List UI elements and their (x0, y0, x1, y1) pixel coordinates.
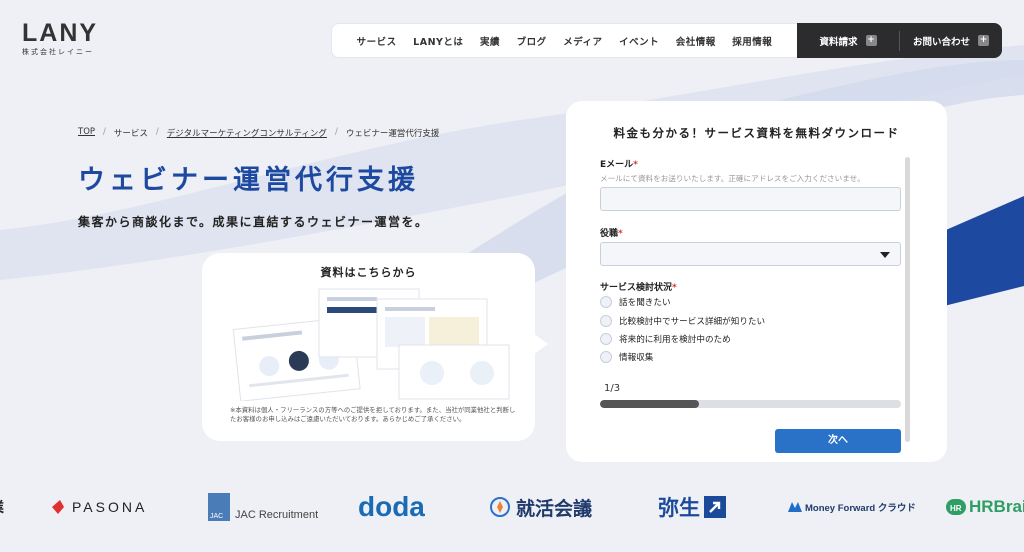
nav-item-blog[interactable]: ブログ (517, 34, 547, 48)
jac-mark-icon: JAC (208, 493, 230, 521)
contact-button[interactable]: お問い合わせ + (900, 23, 1002, 58)
pasona-mark-icon (52, 500, 64, 514)
main-nav: サービス LANYとは 実績 ブログ メディア イベント 会社情報 採用情報 (331, 23, 797, 58)
progress-bar (600, 400, 901, 408)
nav-item-cases[interactable]: 実績 (480, 34, 500, 48)
partial-logo-left: 業 (0, 482, 4, 532)
logo-wordmark: LANY (22, 19, 99, 47)
header-cta-group: 資料請求 + お問い合わせ + (797, 23, 1002, 58)
required-mark: * (633, 160, 638, 170)
form-scrollbar[interactable] (905, 157, 910, 442)
role-label: 役職* (600, 229, 623, 239)
lany-logo[interactable]: LANY 株式会社レイニー (22, 20, 98, 57)
breadcrumb-digital-marketing[interactable]: デジタルマーケティングコンサルティング (167, 127, 327, 139)
radio-button[interactable] (600, 296, 612, 308)
contact-label: お問い合わせ (912, 36, 970, 48)
plus-icon: + (865, 35, 877, 46)
status-option[interactable]: 話を聞きたい (600, 296, 671, 308)
svg-text:HR: HR (950, 504, 962, 513)
nav-item-recruit[interactable]: 採用情報 (732, 34, 772, 48)
page-title: ウェビナー運営代行支援 (78, 165, 419, 196)
radio-button[interactable] (600, 315, 612, 327)
hr-badge-icon: HR (946, 499, 966, 515)
document-request-button[interactable]: 資料請求 + (797, 23, 899, 58)
money-forward-logo: Money Forward クラウド (788, 482, 916, 532)
client-logo-strip: 業 PASONA JAC JAC Recruitment doda 就活会議 弥… (0, 482, 1024, 532)
callout-pointer (534, 334, 548, 354)
document-request-label: 資料請求 (819, 36, 858, 48)
status-label: サービス検討状況* (600, 283, 677, 293)
document-card-title: 資料はこちらから (320, 266, 417, 279)
svg-text:JAC: JAC (210, 513, 223, 520)
shukatsu-kaigi-logo: 就活会議 (490, 482, 592, 532)
arrow-up-right-icon (704, 496, 726, 518)
nav-item-services[interactable]: サービス (357, 34, 397, 48)
breadcrumb-separator: / (155, 127, 159, 137)
status-option[interactable]: 比較検討中でサービス詳細が知りたい (600, 315, 765, 327)
breadcrumb-separator: / (334, 127, 338, 137)
document-card[interactable]: 資料はこちらから ※本資料は個人・フリーランスの方等へのご提供を拒しております。… (202, 253, 535, 441)
form-title: 料金も分かる！サービス資料を無料ダウンロード (613, 126, 900, 140)
breadcrumb-services[interactable]: サービス (114, 127, 148, 139)
nav-item-media[interactable]: メディア (563, 34, 602, 48)
compass-icon (490, 497, 510, 517)
logo-company-name: 株式会社レイニー (22, 48, 94, 56)
yayoi-logo: 弥生 (658, 482, 726, 532)
breadcrumb: TOP / サービス / デジタルマーケティングコンサルティング / ウェビナー… (78, 127, 439, 139)
breadcrumb-separator: / (103, 127, 106, 137)
radio-button[interactable] (600, 351, 612, 363)
document-notice: ※本資料は個人・フリーランスの方等へのご提供を拒しております。また、当社が同業他… (230, 406, 516, 423)
status-option[interactable]: 将来的に利用を検討中のため (600, 333, 731, 345)
pasona-logo: PASONA (50, 482, 147, 532)
progress-fill (600, 400, 700, 408)
role-select[interactable] (600, 242, 901, 266)
nav-item-events[interactable]: イベント (619, 34, 659, 48)
step-indicator: 1/3 (604, 383, 621, 394)
next-button[interactable]: 次へ (775, 429, 901, 453)
doda-logo: doda (358, 491, 425, 522)
email-hint: メールにて資料をお送りいたします。正確にアドレスをご入力くださいませ。 (600, 174, 865, 183)
jac-logo: JAC JAC Recruitment (207, 482, 318, 532)
email-input[interactable] (600, 187, 901, 211)
email-label: Eメール* (600, 160, 638, 170)
breadcrumb-top[interactable]: TOP (78, 127, 95, 139)
caret-down-icon (880, 252, 890, 258)
nav-item-about[interactable]: LANYとは (413, 34, 463, 48)
hrbrain-logo: HR HRBrain (946, 482, 1024, 532)
required-mark: * (672, 283, 677, 293)
nav-item-company[interactable]: 会社情報 (676, 34, 716, 48)
breadcrumb-current: ウェビナー運営代行支援 (345, 129, 440, 139)
radio-button[interactable] (600, 333, 612, 345)
hero-lead: 集客から商談化まで。成果に直結するウェビナー運営を。 (78, 215, 429, 229)
required-mark: * (618, 229, 623, 239)
money-forward-mark-icon (788, 502, 802, 512)
download-form: 料金も分かる！サービス資料を無料ダウンロード Eメール* メールにて資料をお送り… (566, 101, 947, 462)
status-option[interactable]: 情報収集 (600, 351, 653, 363)
plus-icon: + (978, 35, 989, 46)
document-preview-image (232, 288, 510, 401)
